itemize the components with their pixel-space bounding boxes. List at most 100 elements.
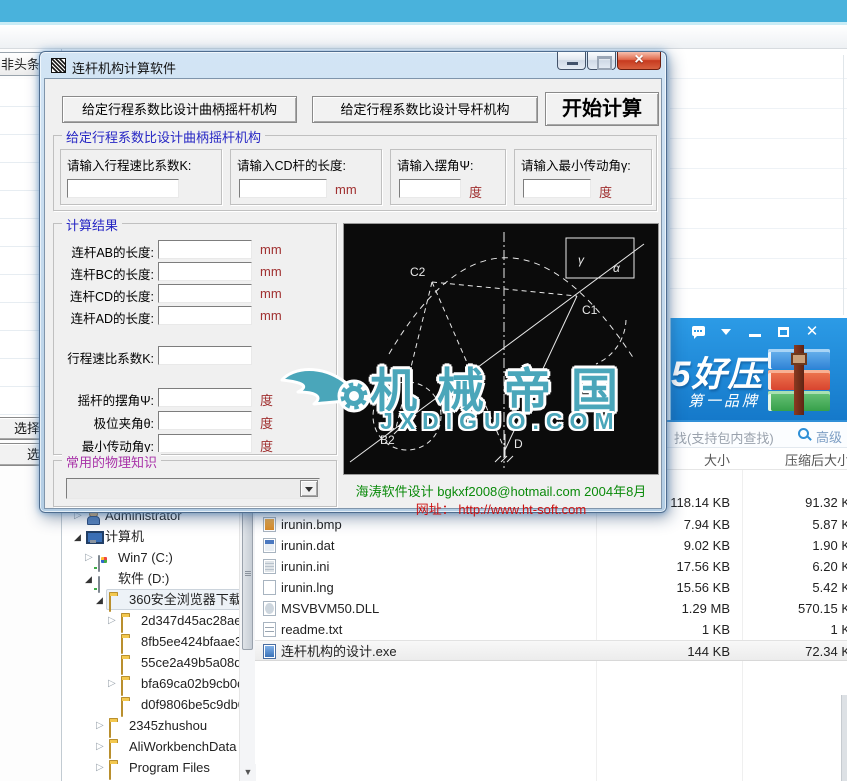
collapse-arrow-icon[interactable]: ◢ xyxy=(74,527,86,547)
minimize-button[interactable] xyxy=(557,52,586,70)
tree-scrollbar[interactable]: ▲ ▼ xyxy=(239,470,256,781)
folder-icon xyxy=(109,763,111,780)
label-gamma: γ xyxy=(578,253,585,267)
folder-icon xyxy=(109,742,111,759)
maximize-button[interactable] xyxy=(587,52,616,70)
tree-item-program-files[interactable]: ▷ Program Files xyxy=(62,758,210,780)
scrollbar-thumb[interactable] xyxy=(242,498,253,650)
close-button[interactable]: ✕ xyxy=(801,323,823,341)
feedback-icon[interactable] xyxy=(688,323,710,341)
file-packed-size: 1 K xyxy=(830,622,847,637)
file-size: 1 KB xyxy=(701,622,730,637)
result-k-ratio[interactable] xyxy=(158,346,252,365)
background-toolbar-band xyxy=(0,25,847,49)
dialog-client-area: 给定行程系数比设计曲柄摇杆机构 给定行程系数比设计导杆机构 开始计算 给定行程系… xyxy=(44,78,662,517)
tree-item-360-download[interactable]: ◢ 360安全浏览器下载 xyxy=(62,590,242,612)
tree-item-hash-folder[interactable]: ▷ bfa69ca02b9cb0d xyxy=(62,674,244,696)
haozip-slogan: 第一品牌 xyxy=(688,393,761,410)
background-window-edge xyxy=(841,695,847,781)
tree-item-hash-folder[interactable]: d0f9806be5c9db0 xyxy=(62,695,245,717)
dat-file-icon xyxy=(263,538,276,553)
expand-arrow-icon[interactable]: ▷ xyxy=(108,674,120,694)
tree-item-hash-folder[interactable]: 8fb5ee424bfaae3 xyxy=(62,632,242,654)
tree-item-drive-d[interactable]: ◢ 软件 (D:) xyxy=(62,569,169,593)
label-d: D xyxy=(514,437,523,451)
result-groupbox: 计算结果 连杆AB的长度: mm 连杆BC的长度: mm 连杆CD的长度: mm xyxy=(53,215,337,455)
unit-label: 度 xyxy=(599,185,613,200)
advanced-search-link[interactable]: 高级 xyxy=(816,427,842,446)
label-c1: C1 xyxy=(582,303,598,317)
unit-label: mm xyxy=(335,182,357,197)
txt-file-icon xyxy=(263,622,276,637)
file-row[interactable]: MSVBVM50.DLL 1.29 MB 570.15 K xyxy=(255,598,847,619)
tree-item-drive-c[interactable]: ▷ Win7 (C:) xyxy=(62,548,173,572)
file-packed-size: 6.20 K xyxy=(812,559,847,574)
drive-c-icon xyxy=(98,555,100,572)
unit-label: 度 xyxy=(469,185,483,200)
file-name: irunin.ini xyxy=(281,559,330,574)
haozip-header: ✕ 5好压 第一品牌 xyxy=(670,318,847,420)
expand-arrow-icon[interactable]: ▷ xyxy=(108,611,120,631)
tree-item-aliworkbench[interactable]: ▷ AliWorkbenchData xyxy=(62,737,236,759)
file-packed-size: 1.90 K xyxy=(812,538,847,553)
maximize-button[interactable] xyxy=(773,323,795,341)
result-ab-length[interactable] xyxy=(158,240,252,259)
folder-icon xyxy=(121,616,123,633)
result-cd-length[interactable] xyxy=(158,284,252,303)
file-row[interactable]: irunin.dat 9.02 KB 1.90 K xyxy=(255,535,847,556)
field-panel-k: 请输入行程速比系数K: xyxy=(60,149,222,205)
expand-arrow-icon[interactable]: ▷ xyxy=(85,548,97,568)
result-swing-angle[interactable] xyxy=(158,388,252,407)
tree-item-2345zhushou[interactable]: ▷ 2345zhushou xyxy=(62,716,207,738)
column-packed-size[interactable]: 压缩后大小 xyxy=(746,450,847,469)
haozip-books-icon xyxy=(768,345,838,415)
close-button[interactable] xyxy=(617,51,661,70)
chevron-down-icon[interactable] xyxy=(300,480,318,497)
input-cd-length[interactable] xyxy=(239,179,327,198)
file-name: irunin.bmp xyxy=(281,517,342,532)
result-min-transmission-angle[interactable] xyxy=(158,434,252,453)
input-group-title: 给定行程系数比设计曲柄摇杆机构 xyxy=(62,127,266,146)
field-panel-gamma: 请输入最小传动角γ: 度 xyxy=(514,149,652,205)
credit-line: 海涛软件设计 bgkxf2008@hotmail.com 2004年8月 xyxy=(355,484,647,499)
file-row-selected[interactable]: 连杆机构的设计.exe 144 KB 72.34 K xyxy=(255,640,847,661)
label-alpha: α xyxy=(613,261,621,275)
file-size: 17.56 KB xyxy=(676,559,731,574)
file-packed-size: 5.42 K xyxy=(812,580,847,595)
expand-arrow-icon[interactable]: ▷ xyxy=(96,716,108,736)
file-row[interactable]: readme.txt 1 KB 1 K xyxy=(255,619,847,640)
field-panel-psi: 请输入摆角Ψ: 度 xyxy=(390,149,506,205)
result-extreme-angle[interactable] xyxy=(158,411,252,430)
file-name: 连杆机构的设计.exe xyxy=(281,644,397,659)
collapse-arrow-icon[interactable]: ◢ xyxy=(96,590,108,610)
minimize-button[interactable] xyxy=(745,323,767,341)
desktop-top-bar xyxy=(0,0,847,22)
physics-dropdown[interactable] xyxy=(66,478,320,499)
file-row[interactable]: irunin.lng 15.56 KB 5.42 K xyxy=(255,577,847,598)
physics-group-title: 常用的物理知识 xyxy=(62,452,162,471)
tree-item-hash-folder[interactable]: 55ce2a49b5a08d5 xyxy=(62,653,249,675)
search-icon[interactable] xyxy=(798,428,809,439)
input-k[interactable] xyxy=(67,179,179,198)
scroll-down-icon[interactable]: ▼ xyxy=(240,764,256,781)
physics-groupbox: 常用的物理知识 xyxy=(53,452,337,507)
expand-arrow-icon[interactable]: ▷ xyxy=(96,758,108,778)
website-line: 网址： http://www.ht-soft.com xyxy=(415,502,587,517)
field-panel-cd: 请输入CD杆的长度: mm xyxy=(230,149,382,205)
design-guide-bar-button[interactable]: 给定行程系数比设计导杆机构 xyxy=(312,96,538,123)
file-packed-size: 570.15 K xyxy=(797,601,847,616)
tree-item-hash-folder[interactable]: ▷ 2d347d45ac28aec xyxy=(62,611,248,633)
lng-file-icon xyxy=(263,580,276,595)
expand-arrow-icon[interactable]: ▷ xyxy=(96,737,108,757)
file-row[interactable]: irunin.ini 17.56 KB 6.20 K xyxy=(255,556,847,577)
result-ad-length[interactable] xyxy=(158,306,252,325)
input-min-transmission-angle[interactable] xyxy=(523,179,591,198)
start-calculation-button[interactable]: 开始计算 xyxy=(545,92,659,126)
input-groupbox: 给定行程系数比设计曲柄摇杆机构 请输入行程速比系数K: 请输入CD杆的长度: m… xyxy=(53,127,657,211)
menu-caret-icon[interactable] xyxy=(716,323,738,341)
collapse-arrow-icon[interactable]: ◢ xyxy=(85,569,97,589)
input-swing-angle[interactable] xyxy=(399,179,461,198)
design-crank-rocker-button[interactable]: 给定行程系数比设计曲柄摇杆机构 xyxy=(62,96,297,123)
result-bc-length[interactable] xyxy=(158,262,252,281)
search-input[interactable]: 找(支持包内查找) xyxy=(674,428,774,447)
